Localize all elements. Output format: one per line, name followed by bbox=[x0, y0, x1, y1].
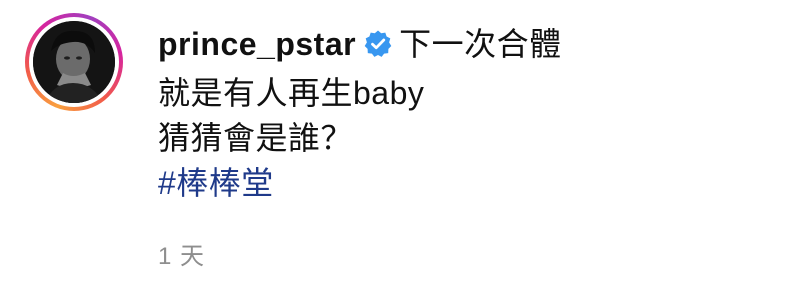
story-ring[interactable] bbox=[25, 13, 123, 111]
username-link[interactable]: prince_pstar bbox=[158, 26, 356, 62]
verified-badge-icon bbox=[363, 26, 393, 71]
avatar-image bbox=[33, 21, 115, 103]
comment-header-line: prince_pstar 下一次合體 bbox=[158, 22, 562, 71]
comment: prince_pstar 下一次合體 就是有人再生baby 猜猜會是誰？ #棒棒… bbox=[0, 0, 786, 298]
comment-text-line-3: 猜猜會是誰？ bbox=[158, 120, 354, 156]
avatar[interactable] bbox=[33, 21, 115, 103]
comment-timestamp: 1 天 bbox=[158, 243, 206, 270]
avatar-gap bbox=[29, 17, 119, 107]
comment-text-line-1: 下一次合體 bbox=[399, 26, 562, 62]
comment-text-line-2: 就是有人再生baby bbox=[158, 75, 425, 111]
hashtag-link[interactable]: #棒棒堂 bbox=[158, 161, 562, 206]
comment-body: prince_pstar 下一次合體 就是有人再生baby 猜猜會是誰？ #棒棒… bbox=[158, 22, 562, 206]
